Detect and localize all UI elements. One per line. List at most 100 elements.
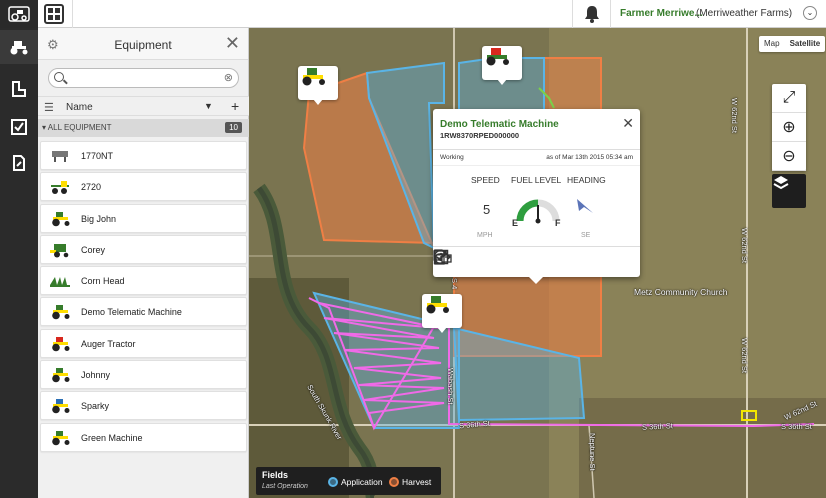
equipment-group-header[interactable]: ▾ ALL EQUIPMENT 10	[38, 119, 249, 137]
map-view[interactable]: Map Satellite ⤢ ⊕ ⊖ W 62nd St W 62nd St	[249, 28, 826, 498]
search-box: ⊗	[48, 68, 239, 88]
nav-equipment[interactable]	[0, 30, 38, 64]
status-timestamp: as of Mar 13th 2015 05:34 am	[546, 154, 633, 161]
zoom-in-button[interactable]: ⊕	[772, 113, 806, 142]
fuel-level-label: FUEL LEVEL	[511, 175, 562, 185]
street-label: Wabash St	[446, 368, 455, 405]
apps-grid-icon[interactable]	[44, 4, 64, 24]
remote-display-icon[interactable]	[433, 250, 507, 272]
organization-name[interactable]: (Merriweather Farms)	[696, 8, 792, 19]
street-label: S 36th St	[641, 421, 674, 432]
list-view-icon[interactable]: ☰	[44, 101, 54, 114]
equipment-list-item[interactable]: Corey	[40, 234, 247, 264]
satellite-toggle-button[interactable]: Satellite	[785, 36, 826, 52]
fullscreen-icon[interactable]: ⤢	[772, 84, 806, 113]
harvest-swatch	[389, 477, 399, 487]
sprayer-icon	[49, 179, 71, 195]
user-name[interactable]: Farmer Merriwe...	[620, 8, 703, 19]
nav-fields[interactable]	[0, 72, 38, 106]
document-icon	[13, 155, 25, 171]
speed-unit: MPH	[477, 232, 493, 239]
panel-title: Equipment	[114, 38, 172, 52]
fuel-empty-label: E	[512, 218, 519, 228]
map-type-toggle: Map Satellite	[759, 36, 826, 52]
close-icon[interactable]: ✕	[622, 115, 634, 132]
fields-legend: Fields Last Operation Application Harves…	[256, 467, 441, 495]
legend-subtitle: Last Operation	[262, 483, 308, 490]
send-file-icon[interactable]	[434, 249, 548, 272]
popup-title[interactable]: Demo Telematic Machine	[440, 119, 559, 130]
close-icon[interactable]: ✕	[225, 33, 240, 54]
share-arrow-icon[interactable]	[435, 250, 590, 272]
left-nav-rail	[0, 28, 38, 498]
street-label: W 62nd St	[740, 338, 749, 374]
tractor-icon	[49, 336, 71, 352]
sort-caret-icon[interactable]: ▼	[204, 101, 213, 111]
equipment-name: 1770NT	[81, 151, 114, 161]
equipment-name: Green Machine	[81, 432, 143, 443]
legend-application-label: Application	[341, 477, 383, 487]
equipment-list-item[interactable]: Green Machine	[40, 422, 247, 452]
equipment-name: Big John	[81, 213, 117, 224]
tractor-icon	[426, 296, 449, 314]
panel-header: ⚙ Equipment ✕	[38, 28, 248, 60]
checklist-icon	[11, 119, 27, 135]
street-label: W 62nd St	[730, 98, 739, 134]
application-swatch	[328, 477, 338, 487]
search-icon	[54, 72, 64, 82]
equipment-list-item[interactable]: 2720	[40, 172, 247, 202]
equipment-list-item[interactable]: Auger Tractor	[40, 328, 247, 358]
speed-label: SPEED	[471, 175, 500, 185]
equipment-name: Corey	[81, 244, 106, 255]
zoom-out-button[interactable]: ⊖	[772, 142, 806, 171]
tractor-icon	[486, 48, 509, 66]
legend-title: Fields	[262, 470, 289, 480]
app-logo[interactable]	[0, 0, 38, 28]
layers-icon[interactable]	[772, 174, 806, 208]
tractor-icon	[10, 41, 28, 55]
add-equipment-icon[interactable]: +	[231, 98, 239, 114]
poi-label: Metz Community Church	[634, 287, 728, 297]
equipment-name: Corn Head	[81, 276, 125, 287]
equipment-list-item[interactable]: Demo Telematic Machine	[40, 297, 247, 327]
tractor-icon	[49, 367, 71, 383]
nav-tasks[interactable]	[0, 110, 38, 144]
equipment-name: Johnny	[81, 370, 111, 381]
list-column-header: ☰ Name ▼ +	[38, 96, 249, 116]
chevron-down-icon[interactable]: ⌄	[803, 6, 817, 20]
street-label: W 62nd St	[740, 228, 749, 264]
equipment-list-item[interactable]: 1770NT	[40, 141, 247, 170]
equipment-name: Demo Telematic Machine	[81, 307, 182, 318]
equipment-list-item[interactable]: Big John	[40, 203, 247, 233]
tractor-map-marker-red[interactable]	[482, 46, 522, 85]
tractor-map-marker[interactable]	[298, 66, 338, 105]
tractor-icon	[49, 304, 71, 320]
equipment-popup: Demo Telematic Machine 1RW8370RPED000000…	[433, 109, 640, 284]
top-bar: Farmer Merriwe... (Merriweather Farms) ⌄	[0, 0, 826, 28]
search-input[interactable]	[69, 71, 219, 85]
heading-label: HEADING	[567, 175, 606, 185]
zoom-controls: ⤢ ⊕ ⊖	[772, 84, 806, 171]
equipment-name: Auger Tractor	[81, 338, 136, 349]
popup-actions	[433, 249, 640, 275]
equipment-list-item[interactable]: Sparky	[40, 391, 247, 421]
divider	[433, 165, 640, 166]
notifications-bell-icon[interactable]	[582, 4, 602, 24]
tractor-map-marker-selected[interactable]	[422, 294, 462, 333]
tractor-icon	[49, 430, 71, 446]
equipment-name: Sparky	[81, 401, 110, 412]
group-label-text: ALL EQUIPMENT	[47, 123, 112, 132]
legend-application: Application	[328, 477, 383, 487]
nav-documents[interactable]	[0, 146, 38, 180]
clear-search-icon[interactable]: ⊗	[224, 71, 233, 84]
fuel-full-label: F	[555, 218, 561, 228]
equipment-list-item[interactable]: Johnny	[40, 360, 247, 390]
checkbox-task-icon[interactable]	[433, 249, 631, 272]
street-label: Neptune St	[588, 433, 597, 471]
map-toggle-button[interactable]: Map	[759, 36, 785, 52]
combine-icon	[49, 242, 71, 258]
equipment-list-item[interactable]: Corn Head	[40, 266, 247, 296]
layers-stack-icon	[773, 176, 789, 190]
popup-serial: 1RW8370RPED000000	[440, 131, 520, 140]
column-name-label[interactable]: Name	[66, 102, 93, 113]
